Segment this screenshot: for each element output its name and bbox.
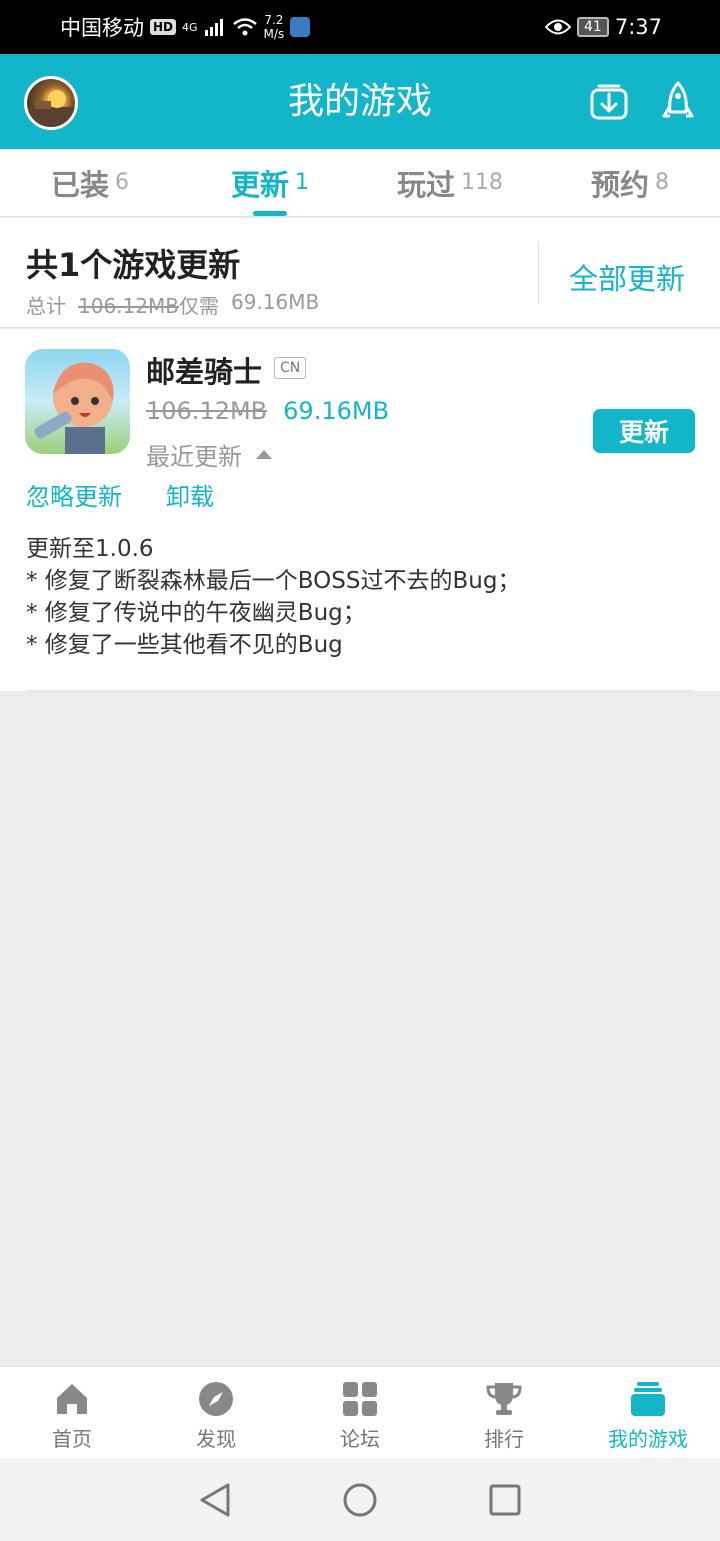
changelog-line: * 修复了传说中的午夜幽灵Bug； [26,600,366,626]
changelog-line: 更新至1.0.6 [26,536,154,562]
size-pair: 106.12MB仅需 [78,290,219,319]
carrier-text: 中国移动 [60,16,144,40]
net-speed-unit: M/s [263,27,285,41]
home-icon [57,1384,87,1414]
tab-count: 118 [461,170,503,195]
uninstall-link[interactable]: 卸载 [166,477,214,512]
recent-update-toggle[interactable]: 最近更新 [146,437,272,472]
net-speed: 7.2 M/s [264,13,285,41]
trophy-icon [486,1383,522,1415]
eye-icon [545,19,571,35]
changelog: 更新至1.0.6 * 修复了断裂森林最后一个BOSS过不去的Bug； * 修复了… [26,533,520,661]
grid-icon [343,1382,377,1416]
nav-home[interactable]: 首页 [0,1367,144,1458]
tab-bar: 已装 6 更新 1 玩过 118 预约 8 [0,149,720,217]
update-all-button[interactable]: 全部更新 [569,256,685,298]
caret-up-icon [256,450,272,459]
nav-label: 论坛 [340,1427,380,1451]
total-label: 总计 [26,294,66,318]
changelog-line: * 修复了一些其他看不见的Bug [26,632,343,658]
game-name: 邮差骑士 [146,355,263,389]
tab-played[interactable]: 玩过 118 [360,149,540,216]
wifi-icon [232,18,257,36]
game-update-card: 邮差骑士 CN 106.12MB 69.16MB 最近更新 更新 忽略更新 卸载… [0,329,720,691]
back-icon[interactable] [198,1482,232,1518]
compass-icon [199,1382,233,1416]
home-circle-icon[interactable] [342,1482,378,1518]
original-size: 106.12MB [146,397,268,425]
summary-sizes: 总计 106.12MB仅需 69.16MB [26,290,319,319]
status-right: 41 7:37 [545,15,662,39]
tab-count: 6 [115,170,129,195]
nav-label: 发现 [196,1427,236,1451]
nav-label: 排行 [484,1427,524,1451]
nav-my-games[interactable]: 我的游戏 [576,1367,720,1458]
tab-label: 更新 [230,167,289,202]
recent-update-label: 最近更新 [146,443,242,471]
recents-icon[interactable] [488,1483,522,1517]
download-manager-icon[interactable] [589,80,629,124]
patch-size: 69.16MB [283,397,390,425]
system-nav-bar [0,1458,720,1541]
network-type: 4G [182,20,198,34]
need-size: 69.16MB [230,290,320,314]
game-size: 106.12MB 69.16MB [146,397,389,425]
only-need-label: 仅需 [178,294,219,318]
rocket-icon[interactable] [658,80,698,124]
game-icon[interactable] [25,349,130,454]
tab-count: 1 [295,170,309,195]
total-size: 106.12MB [78,294,179,318]
status-bar: 中国移动 HD 4G 7.2 M/s 41 7:37 [0,0,720,54]
clock: 7:37 [614,15,662,39]
tab-updates[interactable]: 更新 1 [180,149,360,216]
bottom-nav: 首页 发现 论坛 排行 我的游戏 [0,1366,720,1458]
nav-label: 我的游戏 [608,1427,688,1451]
tab-label: 预约 [590,167,649,202]
tab-count: 8 [655,170,669,195]
nav-label: 首页 [52,1427,92,1451]
region-badge: CN [274,357,307,379]
tab-label: 玩过 [396,167,455,202]
tab-label: 已装 [50,167,109,202]
ignore-update-link[interactable]: 忽略更新 [26,477,122,512]
app-header: 我的游戏 [0,54,720,149]
tab-reserved[interactable]: 预约 8 [540,149,720,216]
status-left: 中国移动 HD 4G 7.2 M/s [60,12,311,42]
update-summary: 共1个游戏更新 总计 106.12MB仅需 69.16MB 全部更新 [0,218,720,328]
divider [26,690,694,691]
signal-icon [204,19,223,36]
nav-forum[interactable]: 论坛 [288,1367,432,1458]
active-tab-indicator [253,211,287,216]
battery-indicator: 41 [577,17,609,37]
changelog-line: * 修复了断裂森林最后一个BOSS过不去的Bug； [26,568,521,594]
update-button[interactable]: 更新 [593,409,695,453]
stack-icon [631,1382,665,1416]
app-notification-icon [290,17,311,37]
game-artwork [34,362,114,454]
nav-discover[interactable]: 发现 [144,1367,288,1458]
nav-ranking[interactable]: 排行 [432,1367,576,1458]
net-speed-value: 7.2 [264,13,284,27]
summary-title: 共1个游戏更新 [26,246,241,284]
tab-installed[interactable]: 已装 6 [0,149,180,216]
divider [538,242,539,304]
hd-badge: HD [150,19,177,35]
